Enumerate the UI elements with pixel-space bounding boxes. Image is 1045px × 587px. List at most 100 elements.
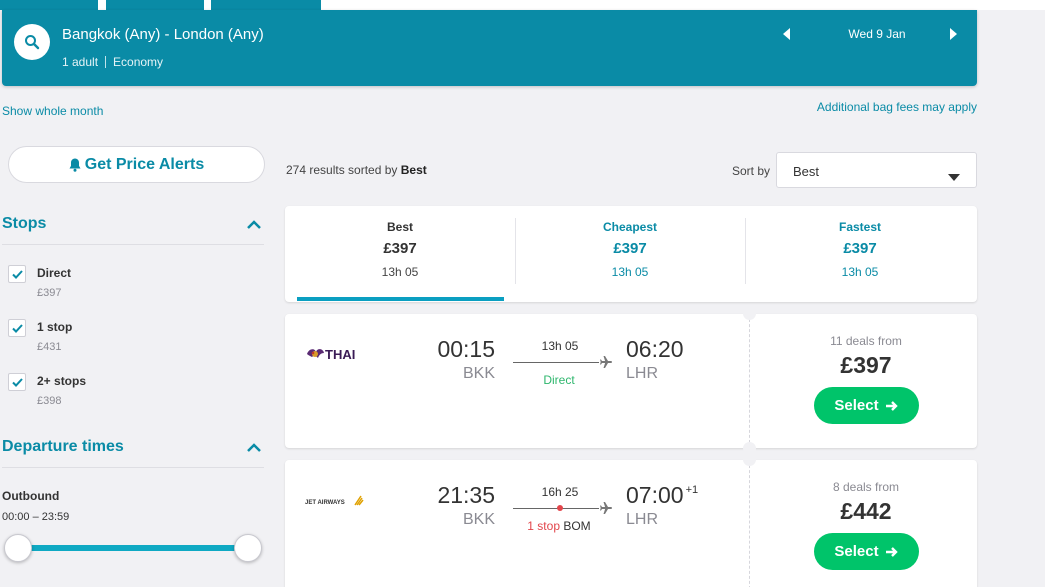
airline-name: JET AIRWAYS bbox=[305, 500, 345, 506]
flight-path-line bbox=[513, 508, 599, 509]
flight-path-line bbox=[513, 362, 599, 363]
date-navigator: Wed 9 Jan bbox=[777, 22, 977, 46]
bell-icon bbox=[69, 158, 81, 172]
tab-duration: 13h 05 bbox=[611, 265, 649, 279]
results-count: 274 results sorted by Best bbox=[286, 163, 427, 177]
flight-duration: 16h 25 bbox=[541, 485, 579, 499]
top-tab-1[interactable] bbox=[0, 0, 98, 10]
tab-duration: 13h 05 bbox=[841, 265, 879, 279]
tab-price: £397 bbox=[613, 240, 647, 257]
arrival-airport: LHR bbox=[626, 511, 659, 528]
show-whole-month-link[interactable]: Show whole month bbox=[2, 104, 103, 118]
cabin-class: Economy bbox=[113, 55, 164, 69]
top-tab-2[interactable] bbox=[106, 0, 204, 10]
check-icon bbox=[11, 377, 23, 387]
get-price-alerts-button[interactable]: Get Price Alerts bbox=[8, 146, 265, 183]
caret-left-icon bbox=[783, 28, 790, 40]
active-tab-indicator bbox=[297, 297, 504, 301]
caret-right-icon bbox=[950, 28, 957, 40]
select-button[interactable]: Select bbox=[814, 533, 919, 570]
ticket-divider bbox=[749, 314, 750, 448]
arrival-time-value: 07:00 bbox=[626, 482, 684, 508]
departure-time: 00:15 bbox=[437, 336, 495, 362]
stops-info: 1 stop BOM bbox=[497, 519, 621, 533]
search-summary-bar: Bangkok (Any) - London (Any) 1 adult Econ… bbox=[2, 10, 977, 86]
day-offset: +1 bbox=[685, 484, 699, 496]
flight-result-card[interactable]: JET AIRWAYS 21:35 BKK 16h 25 1 stop BOM … bbox=[285, 453, 977, 587]
ticket-notch bbox=[743, 307, 756, 320]
divider bbox=[105, 56, 107, 68]
stop-price: £431 bbox=[37, 341, 62, 353]
top-tab-strip bbox=[0, 0, 1045, 10]
departure-time: 21:35 bbox=[437, 482, 495, 508]
outbound-slider-start-handle[interactable] bbox=[4, 534, 32, 562]
next-date-button[interactable] bbox=[943, 24, 963, 44]
results-count-text: 274 results sorted by bbox=[286, 163, 398, 177]
tab-fastest[interactable]: Fastest £397 13h 05 bbox=[745, 206, 975, 302]
stop-filter-1-stop[interactable]: 1 stop £431 bbox=[8, 319, 258, 363]
tab-duration: 13h 05 bbox=[381, 265, 419, 279]
passenger-summary[interactable]: 1 adult Economy bbox=[62, 55, 163, 69]
tab-price: £397 bbox=[843, 240, 877, 257]
select-label: Select bbox=[834, 543, 879, 560]
outbound-time-range: 00:00 – 23:59 bbox=[2, 511, 70, 523]
departure-times-title: Departure times bbox=[2, 438, 124, 455]
jet-airways-sun-icon bbox=[354, 495, 364, 506]
departure-times-section-header[interactable]: Departure times bbox=[2, 438, 264, 468]
selected-date: Wed 9 Jan bbox=[848, 27, 906, 41]
chevron-up-icon bbox=[246, 440, 262, 458]
stopover-airport: BOM bbox=[563, 519, 591, 533]
route-summary[interactable]: Bangkok (Any) - London (Any) bbox=[62, 26, 264, 43]
arrow-right-icon bbox=[885, 546, 899, 558]
tab-price: £397 bbox=[383, 240, 417, 257]
top-tab-3[interactable] bbox=[211, 0, 321, 10]
flight-price: £397 bbox=[840, 352, 892, 378]
checkbox-1-stop[interactable] bbox=[8, 319, 26, 337]
flight-result-card[interactable]: THAI 00:15 BKK 13h 05 Direct 06:20 LHR 1… bbox=[285, 307, 977, 455]
stop-label: 2+ stops bbox=[37, 374, 87, 388]
bag-fees-link[interactable]: Additional bag fees may apply bbox=[817, 100, 977, 114]
stop-filter-2-plus-stops[interactable]: 2+ stops £398 bbox=[8, 373, 258, 417]
stops-section-header[interactable]: Stops bbox=[2, 215, 264, 245]
stop-label: Direct bbox=[37, 266, 72, 280]
sort-by-dropdown[interactable]: Best bbox=[776, 152, 977, 188]
check-icon bbox=[11, 269, 23, 279]
sort-by-label: Sort by bbox=[732, 164, 771, 178]
outbound-slider-track[interactable] bbox=[18, 545, 248, 551]
stop-filter-direct[interactable]: Direct £397 bbox=[8, 265, 258, 309]
tab-cheapest[interactable]: Cheapest £397 13h 05 bbox=[515, 206, 745, 302]
search-icon bbox=[25, 35, 40, 50]
outbound-label: Outbound bbox=[2, 489, 60, 503]
departure-airport: BKK bbox=[462, 511, 495, 528]
arrival-time: 07:00 +1 bbox=[626, 482, 698, 509]
ticket-notch bbox=[743, 453, 756, 466]
airline-logo-jet-airways: JET AIRWAYS bbox=[305, 490, 365, 510]
arrival-time: 06:20 bbox=[626, 336, 684, 362]
tab-best[interactable]: Best £397 13h 05 bbox=[285, 206, 515, 302]
checkbox-direct[interactable] bbox=[8, 265, 26, 283]
search-button[interactable] bbox=[14, 24, 50, 60]
arrow-right-icon bbox=[885, 400, 899, 412]
plane-icon bbox=[599, 355, 613, 374]
price-alerts-label: Get Price Alerts bbox=[84, 155, 205, 173]
stops-count: 1 stop bbox=[527, 519, 560, 533]
arrival-airport: LHR bbox=[626, 365, 659, 382]
checkbox-2-plus-stops[interactable] bbox=[8, 373, 26, 391]
select-label: Select bbox=[834, 397, 879, 414]
stops-info: Direct bbox=[543, 373, 575, 387]
sort-by-value: Best bbox=[793, 164, 820, 179]
check-icon bbox=[11, 323, 23, 333]
caret-down-icon bbox=[948, 168, 960, 186]
select-button[interactable]: Select bbox=[814, 387, 919, 424]
sort-tabs: Best £397 13h 05 Cheapest £397 13h 05 Fa… bbox=[285, 206, 977, 302]
stop-price: £398 bbox=[37, 395, 62, 407]
deals-count: 8 deals from bbox=[832, 480, 900, 494]
stop-label: 1 stop bbox=[37, 320, 73, 334]
departure-airport: BKK bbox=[462, 365, 495, 382]
previous-date-button[interactable] bbox=[777, 24, 797, 44]
tab-name: Fastest bbox=[838, 220, 882, 234]
outbound-slider-end-handle[interactable] bbox=[234, 534, 262, 562]
flight-duration: 13h 05 bbox=[541, 339, 579, 353]
chevron-up-icon bbox=[246, 217, 262, 235]
passenger-count: 1 adult bbox=[62, 55, 99, 69]
